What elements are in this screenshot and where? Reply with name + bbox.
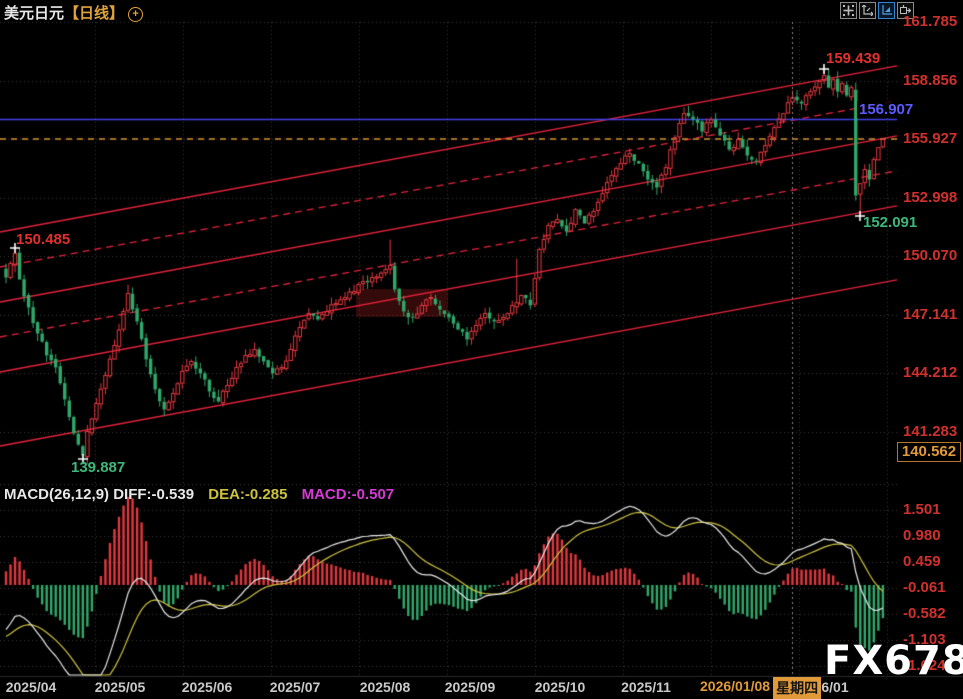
price-annotation: 150.485 bbox=[16, 231, 70, 248]
scale-axis-icon bbox=[862, 5, 873, 16]
x-axis-label: 2025/04 bbox=[0, 679, 67, 695]
scale-axis-button[interactable] bbox=[859, 2, 876, 19]
price-axis-label: 152.998 bbox=[903, 189, 957, 206]
period-label: 【日线】 bbox=[64, 5, 124, 22]
price-annotation: 139.887 bbox=[71, 459, 125, 476]
price-axis-label: 141.283 bbox=[903, 423, 957, 440]
macd-header: MACD(26,12,9) DIFF:-0.539 DEA:-0.285 MAC… bbox=[4, 486, 394, 503]
crosshair-price-label: 140.562 bbox=[897, 442, 961, 462]
symbol-title: 美元日元 bbox=[4, 5, 64, 22]
price-axis-label: 161.785 bbox=[903, 13, 957, 30]
macd-axis-label: 0.459 bbox=[903, 553, 941, 570]
macd-macd-value: MACD:-0.507 bbox=[302, 486, 395, 503]
price-annotation: 159.439 bbox=[826, 50, 880, 67]
price-annotation: 156.907 bbox=[857, 101, 915, 118]
price-axis-label: 147.141 bbox=[903, 306, 957, 323]
macd-dea-value: DEA:-0.285 bbox=[208, 486, 287, 503]
price-axis-label: 150.070 bbox=[903, 247, 957, 264]
x-axis-label: 2025/07 bbox=[259, 679, 331, 695]
x-axis-label: 2025/09 bbox=[434, 679, 506, 695]
x-axis-label: 2025/08 bbox=[349, 679, 421, 695]
x-axis-label: 2025/10 bbox=[524, 679, 596, 695]
macd-axis-label: -0.061 bbox=[903, 579, 946, 596]
macd-axis-label: 1.501 bbox=[903, 501, 941, 518]
watermark: FX678 bbox=[824, 638, 963, 684]
chart-canvas[interactable] bbox=[0, 0, 963, 696]
price-axis-label: 155.927 bbox=[903, 130, 957, 147]
move-icon bbox=[843, 5, 854, 16]
x-axis-label: 2025/11 bbox=[610, 679, 682, 695]
macd-axis-label: 0.980 bbox=[903, 527, 941, 544]
x-axis-label: 2025/05 bbox=[84, 679, 156, 695]
chart-title: 美元日元【日线】 + bbox=[4, 2, 143, 23]
price-annotation: 152.091 bbox=[863, 214, 917, 231]
macd-formula: MACD(26,12,9) bbox=[4, 486, 109, 503]
auto-scale-button[interactable] bbox=[878, 2, 895, 19]
price-axis-label: 158.856 bbox=[903, 72, 957, 89]
x-axis-label: 2025/06 bbox=[171, 679, 243, 695]
auto-scale-icon bbox=[881, 5, 892, 16]
price-axis-label: 144.212 bbox=[903, 364, 957, 381]
macd-axis-label: -0.582 bbox=[903, 605, 946, 622]
macd-diff-value: DIFF:-0.539 bbox=[113, 486, 194, 503]
add-indicator-icon[interactable]: + bbox=[128, 7, 143, 22]
move-button[interactable] bbox=[840, 2, 857, 19]
